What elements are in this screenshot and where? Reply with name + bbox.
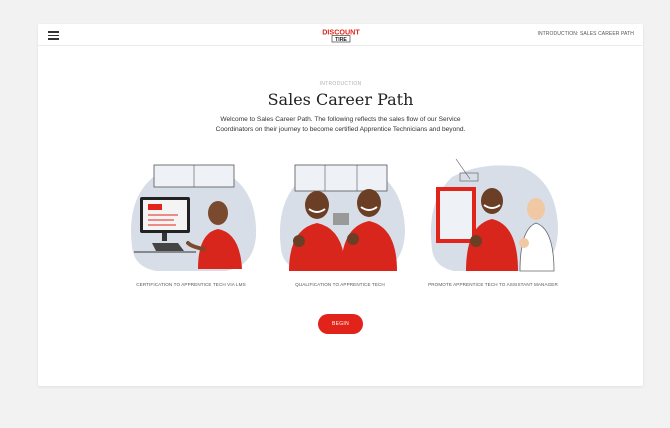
qualification-illustration [279, 164, 405, 271]
begin-button[interactable]: BEGIN [318, 314, 363, 334]
svg-text:TIRE: TIRE [335, 37, 347, 43]
top-bar: DISCOUNT TIRE INTRODUCTION: SALES CAREER… [38, 24, 643, 46]
promotion-illustration [430, 158, 558, 272]
step-caption-promotion: PROMOTE APPRENTICE TECH TO ASSISTANT MAN… [428, 282, 558, 287]
certification-illustration [131, 164, 257, 271]
content-card: DISCOUNT TIRE INTRODUCTION: SALES CAREER… [38, 24, 643, 386]
hamburger-icon[interactable] [48, 31, 59, 40]
section-eyebrow: INTRODUCTION [319, 81, 362, 87]
discount-tire-logo[interactable]: DISCOUNT TIRE [321, 27, 361, 43]
page-title: Sales Career Path [267, 90, 414, 109]
svg-text:DISCOUNT: DISCOUNT [322, 28, 360, 37]
breadcrumb: INTRODUCTION: SALES CAREER PATH [537, 31, 634, 37]
intro-text: Welcome to Sales Career Path. The follow… [215, 116, 466, 134]
